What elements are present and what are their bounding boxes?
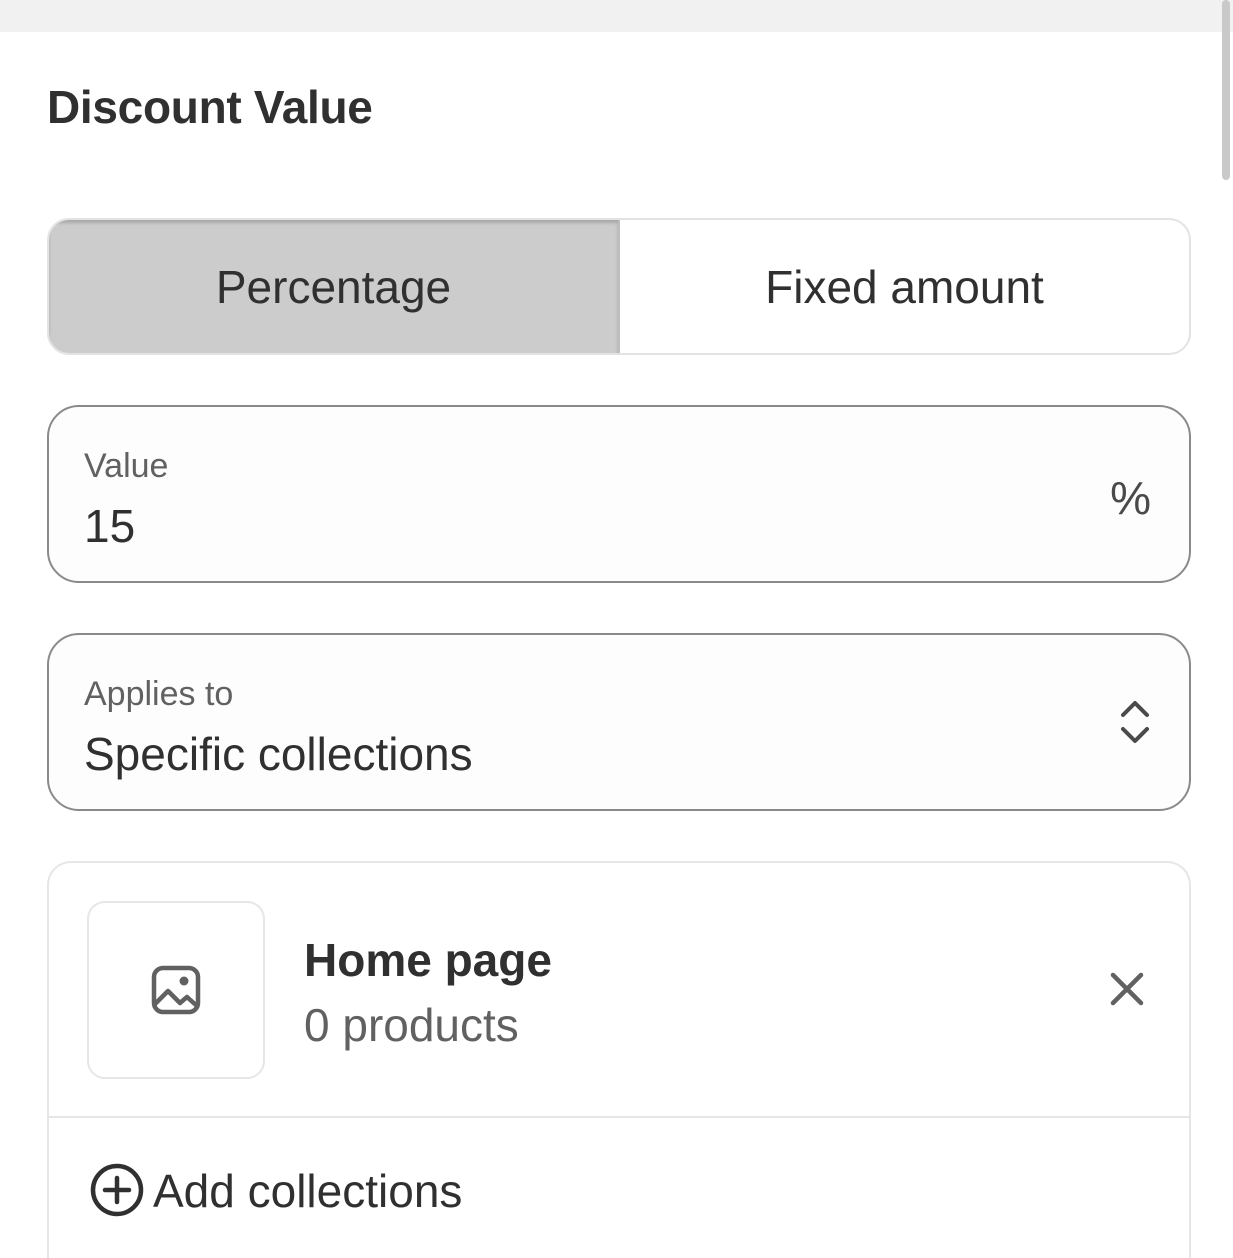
value-field[interactable]: Value 15 % [47,405,1191,583]
applies-to-value: Specific collections [84,728,473,780]
applies-to-label: Applies to [84,675,234,713]
scrollbar[interactable] [1222,0,1230,180]
plus-circle-icon [90,1163,144,1217]
collection-product-count: 0 products [304,999,519,1051]
collection-name: Home page [304,934,552,986]
add-collections-label: Add collections [153,1165,463,1217]
value-input[interactable]: 15 [84,499,135,553]
section-title: Discount Value [47,81,373,133]
image-placeholder-icon [151,965,201,1015]
percentage-option[interactable]: Percentage [49,220,620,353]
collection-item: Home page 0 products [49,863,1189,1118]
collection-thumbnail [87,901,265,1079]
close-icon[interactable] [1105,967,1149,1011]
add-collections-button[interactable]: Add collections [49,1118,1189,1258]
value-field-label: Value [84,447,169,485]
percent-suffix: % [1110,472,1151,524]
chevron-up-down-icon [1121,701,1149,743]
discount-value-panel: Discount Value Percentage Fixed amount V… [0,0,1233,1258]
applies-to-select[interactable]: Applies to Specific collections [47,633,1191,811]
collections-list: Home page 0 products Add collections [47,861,1191,1258]
discount-type-toggle: Percentage Fixed amount [47,218,1191,355]
fixed-amount-option[interactable]: Fixed amount [620,220,1189,353]
top-bar [0,0,1233,32]
